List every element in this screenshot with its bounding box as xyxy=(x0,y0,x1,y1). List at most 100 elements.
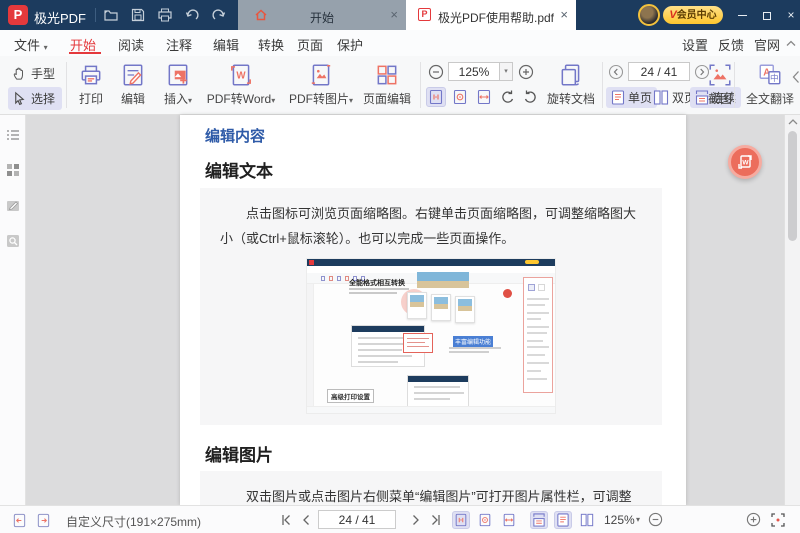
toolbar-divider xyxy=(602,62,603,108)
previous-page-icon[interactable] xyxy=(300,514,312,526)
menu-convert[interactable]: 转换 xyxy=(258,35,284,54)
collapse-ribbon-icon[interactable] xyxy=(786,40,796,47)
zoom-out-icon[interactable] xyxy=(648,512,663,527)
more-tools-chevron-icon[interactable] xyxy=(792,70,800,84)
next-view-button[interactable] xyxy=(34,511,52,529)
doc-block-edit-text: 点击图标可浏览页面缩略图。右键单击页面缩略图，可调整缩略图大小（或Ctrl+鼠标… xyxy=(200,188,662,425)
statusbar-fit-page-button[interactable] xyxy=(476,511,494,529)
pdf-to-image-button[interactable]: PDF转图片▾ xyxy=(282,60,360,110)
actual-size-button[interactable] xyxy=(426,87,446,107)
first-page-icon[interactable] xyxy=(280,514,292,526)
insert-button[interactable]: 插入▾ xyxy=(154,60,202,110)
edit-button[interactable]: 编辑 xyxy=(112,60,154,110)
window-close-button[interactable]: × xyxy=(779,0,800,30)
menu-feedback[interactable]: 反馈 xyxy=(718,35,744,54)
translate-button[interactable]: A中 全文翻译 xyxy=(744,60,796,110)
tab-document-close-icon[interactable]: × xyxy=(560,7,568,22)
menu-page[interactable]: 页面 xyxy=(297,35,323,54)
redo-icon[interactable] xyxy=(211,7,227,23)
zoom-out-icon[interactable] xyxy=(428,64,444,80)
zoom-level-input[interactable] xyxy=(448,62,500,81)
fit-width-button[interactable] xyxy=(474,87,494,107)
statusbar-page-input[interactable] xyxy=(318,510,396,529)
tab-home-close-icon[interactable]: × xyxy=(390,7,398,22)
previous-page-icon[interactable] xyxy=(608,64,624,80)
actual-size-icon xyxy=(454,513,468,527)
left-panel-rail xyxy=(0,115,26,505)
statusbar-zoom-value[interactable]: 125% xyxy=(604,513,635,527)
cursor-icon xyxy=(12,91,27,106)
user-avatar[interactable] xyxy=(638,4,660,26)
statusbar-actual-size-button[interactable] xyxy=(452,511,470,529)
menu-settings[interactable]: 设置 xyxy=(682,35,708,54)
fit-page-icon xyxy=(478,513,492,527)
zoom-caret-icon[interactable]: ▾ xyxy=(636,515,640,524)
toolbar-divider xyxy=(420,62,421,108)
app-name: 极光PDF xyxy=(34,8,86,27)
menu-website[interactable]: 官网 xyxy=(754,35,780,54)
fit-page-button[interactable] xyxy=(450,87,470,107)
mini-member-pill xyxy=(525,260,539,264)
rotate-left-icon[interactable] xyxy=(500,89,516,105)
menu-file[interactable]: 文件 ▾ xyxy=(14,35,48,54)
tab-document-label: 极光PDF使用帮助.pdf xyxy=(438,9,554,26)
tab-home[interactable]: 开始 × xyxy=(238,0,406,30)
mini-float-button xyxy=(503,289,512,298)
member-v-icon: V xyxy=(669,9,676,21)
tab-document[interactable]: P 极光PDF使用帮助.pdf × xyxy=(406,0,576,30)
hand-icon xyxy=(12,66,27,81)
hand-tool-button[interactable]: 手型 xyxy=(8,62,62,85)
print-label: 打印 xyxy=(79,92,103,106)
maximize-button[interactable] xyxy=(755,0,779,30)
pdf-to-image-icon xyxy=(308,62,334,88)
scroll-up-icon[interactable] xyxy=(788,118,798,126)
select-tool-label: 选择 xyxy=(31,90,55,107)
rotate-right-icon[interactable] xyxy=(522,89,538,105)
print-button[interactable]: 打印 xyxy=(70,60,112,110)
statusbar-continuous-button[interactable] xyxy=(530,511,548,529)
doc-section-title: 编辑内容 xyxy=(205,125,265,146)
zoom-in-icon[interactable] xyxy=(518,64,534,80)
menubar: 文件 ▾ 开始 阅读 注释 编辑 转换 页面 保护 设置 反馈 官网 xyxy=(0,30,800,56)
document-canvas[interactable]: 编辑内容 编辑文本 点击图标可浏览页面缩略图。右键单击页面缩略图，可调整缩略图大… xyxy=(26,115,784,505)
fullscreen-icon[interactable] xyxy=(770,512,786,528)
annotations-panel-icon[interactable] xyxy=(5,198,21,214)
outline-panel-icon[interactable] xyxy=(5,128,21,144)
pdf-page[interactable]: 编辑内容 编辑文本 点击图标可浏览页面缩略图。右键单击页面缩略图，可调整缩略图大… xyxy=(180,115,686,505)
statusbar-double-page-button[interactable] xyxy=(578,511,596,529)
next-page-icon[interactable] xyxy=(410,514,422,526)
page-number-input[interactable] xyxy=(628,62,690,81)
tab-home-label: 开始 xyxy=(310,9,334,26)
menu-annotate[interactable]: 注释 xyxy=(166,35,192,54)
vertical-scrollbar[interactable] xyxy=(784,115,800,505)
pdf-to-word-float-button[interactable]: W xyxy=(728,145,762,179)
mini-titlebar xyxy=(307,259,555,266)
menu-edit[interactable]: 编辑 xyxy=(213,35,239,54)
search-panel-icon[interactable] xyxy=(5,233,21,249)
menu-read[interactable]: 阅读 xyxy=(118,35,144,54)
zoom-in-icon[interactable] xyxy=(746,512,761,527)
open-folder-icon[interactable] xyxy=(103,7,119,23)
page-edit-button[interactable]: 页面编辑 xyxy=(360,60,414,110)
fit-width-icon xyxy=(476,89,492,105)
page-edit-label: 页面编辑 xyxy=(363,92,411,106)
statusbar-fit-width-button[interactable] xyxy=(500,511,518,529)
mini-photo-card xyxy=(455,296,475,323)
menu-protect[interactable]: 保护 xyxy=(337,35,363,54)
member-center-button[interactable]: V会员中心 xyxy=(663,6,723,24)
minimize-button[interactable] xyxy=(730,0,754,30)
thumbnails-panel-icon[interactable] xyxy=(5,162,21,178)
pdf-to-word-button[interactable]: W PDF转Word▾ xyxy=(202,60,280,110)
save-icon[interactable] xyxy=(130,7,146,23)
screenshot-button[interactable]: 截图 xyxy=(700,60,740,110)
select-tool-button[interactable]: 选择 xyxy=(8,87,62,110)
statusbar-single-page-button[interactable] xyxy=(554,511,572,529)
rotate-document-button[interactable]: 旋转文档 xyxy=(544,60,598,110)
print-icon[interactable] xyxy=(157,7,173,23)
undo-icon[interactable] xyxy=(184,7,200,23)
last-page-icon[interactable] xyxy=(430,514,442,526)
previous-view-button[interactable] xyxy=(10,511,28,529)
zoom-dropdown-caret[interactable]: ▾ xyxy=(500,62,513,81)
scrollbar-thumb[interactable] xyxy=(788,131,797,241)
statusbar: 自定义尺寸(191×275mm) 125% ▾ xyxy=(0,505,800,533)
